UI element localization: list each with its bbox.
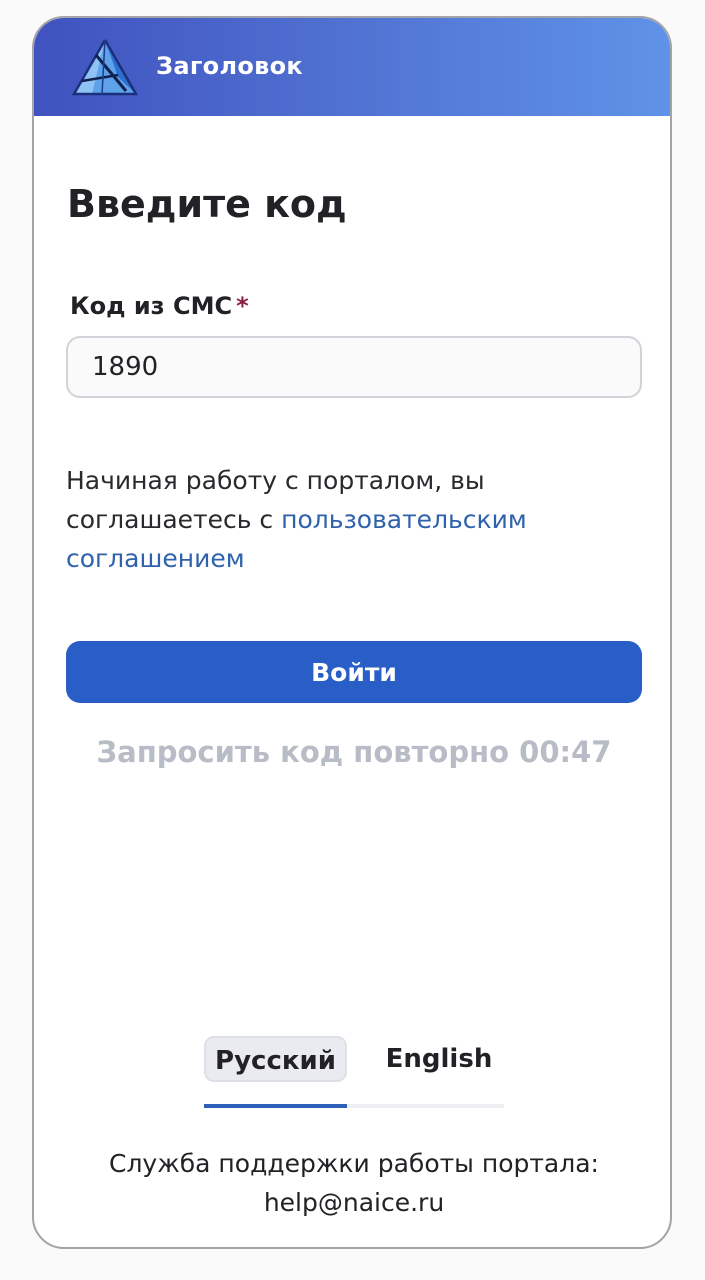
resend-code-button: Запросить код повторно 00:47: [34, 735, 670, 769]
login-button[interactable]: Войти: [66, 641, 642, 703]
header-bar: Заголовок: [34, 18, 670, 116]
language-tab-track: [204, 1104, 504, 1108]
header-title: Заголовок: [156, 52, 304, 80]
tab-language-russian[interactable]: Русский: [204, 1036, 347, 1082]
language-switcher: Русский English: [204, 1034, 504, 1110]
triangle-logo-icon: [71, 37, 139, 97]
resend-label: Запросить код повторно: [96, 735, 510, 769]
active-tab-indicator: [204, 1104, 347, 1108]
sms-code-input[interactable]: [66, 336, 642, 398]
support-email: help@naice.ru: [263, 1188, 445, 1217]
code-field-label: Код из СМС *: [70, 292, 249, 320]
support-info: Служба поддержки работы портала: help@na…: [34, 1144, 670, 1222]
page-title: Введите код: [67, 182, 347, 226]
login-card: Заголовок Введите код Код из СМС* Начина…: [32, 16, 672, 1249]
support-text: Служба поддержки работы портала:: [109, 1149, 599, 1178]
agreement-text: Начиная работу с порталом, вы соглашаете…: [66, 461, 626, 578]
code-label-text: Код из СМС: [70, 292, 233, 320]
tab-language-english[interactable]: English: [374, 1036, 504, 1082]
required-mark: *: [236, 292, 249, 320]
resend-timer: 00:47: [519, 735, 612, 769]
